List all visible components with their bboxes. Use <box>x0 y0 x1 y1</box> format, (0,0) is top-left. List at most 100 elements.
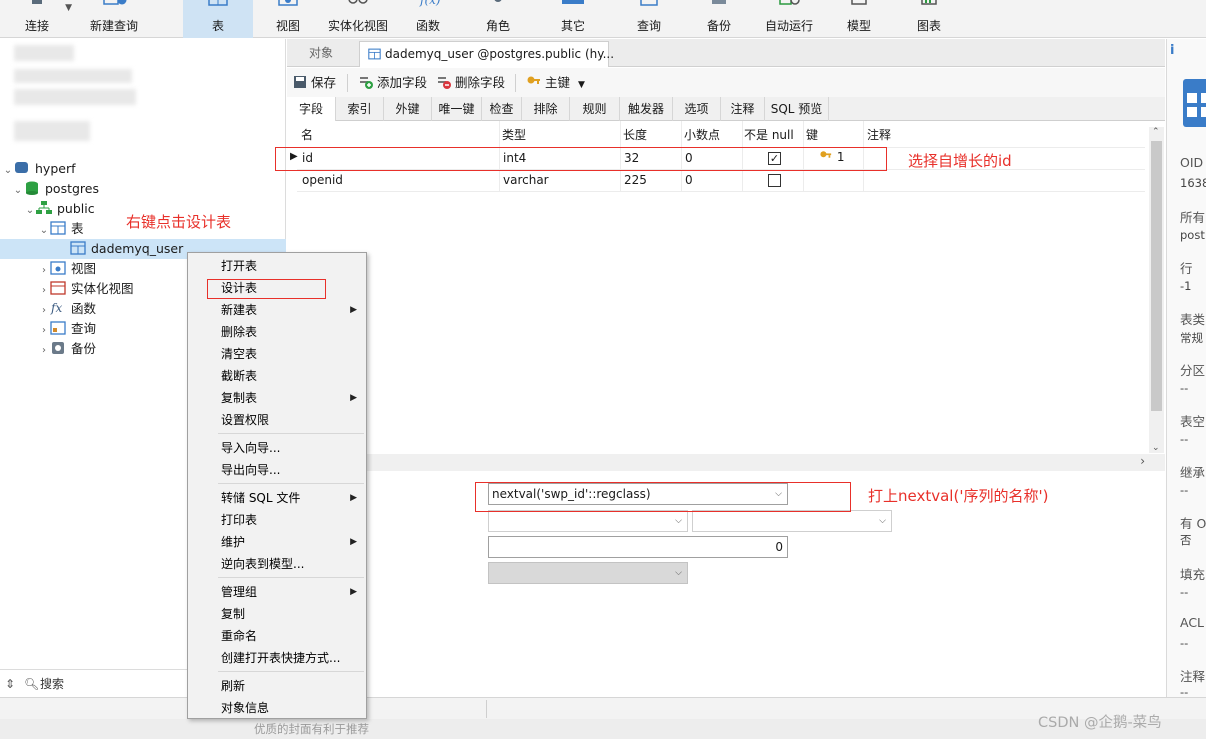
cell-length[interactable]: 225 <box>624 173 647 187</box>
menu-item-truncate-table[interactable]: 截断表 <box>188 365 366 387</box>
subtab-rules[interactable]: 规则 <box>570 97 620 121</box>
menu-item-rename[interactable]: 重命名 <box>188 625 366 647</box>
chevron-right-icon[interactable]: › <box>1140 454 1145 468</box>
ribbon-other-button[interactable]: 其它 <box>552 0 594 38</box>
search-input[interactable]: 搜索 <box>40 670 64 698</box>
numeric-input[interactable]: 0 <box>488 536 788 558</box>
ribbon-connect-button[interactable]: 连接 ▼ <box>14 0 72 38</box>
chevron-down-icon[interactable]: ⌄ <box>38 221 50 241</box>
save-button[interactable]: 保存 <box>293 72 336 94</box>
chevron-right-icon[interactable]: › <box>38 281 50 301</box>
disabled-select[interactable]: ⌵ <box>488 562 688 584</box>
subtab-fields[interactable]: 字段 <box>287 97 336 121</box>
add-field-button[interactable]: 添加字段 <box>359 72 427 94</box>
menu-item-dump-sql[interactable]: 转储 SQL 文件 ▶ <box>188 487 366 509</box>
collation-select[interactable]: ⌵ <box>488 510 688 532</box>
ribbon-role-button[interactable]: 角色 <box>476 0 520 38</box>
chevron-right-icon[interactable]: › <box>38 321 50 341</box>
scrollbar-thumb[interactable] <box>1151 141 1162 411</box>
ribbon-new-query-button[interactable]: 新建查询 <box>86 0 142 38</box>
grid-vertical-scrollbar[interactable]: ⌃ ⌄ <box>1149 127 1164 453</box>
chevron-right-icon[interactable]: › <box>38 341 50 361</box>
chevron-down-icon[interactable]: ▼ <box>578 80 585 90</box>
column-header-key[interactable]: 键 <box>806 126 818 143</box>
ribbon-function-button[interactable]: f(x) 函数 <box>407 0 449 38</box>
info-icon[interactable]: i <box>1170 43 1174 58</box>
menu-item-print-table[interactable]: 打印表 <box>188 509 366 531</box>
chevron-down-icon[interactable]: ⌵ <box>675 563 682 583</box>
not-null-checkbox[interactable] <box>768 174 781 187</box>
grid-horizontal-scrollbar[interactable]: › <box>287 454 1165 471</box>
ribbon-table-button[interactable]: 表 <box>183 0 253 38</box>
subtab-unique-keys[interactable]: 唯一键 <box>432 97 482 121</box>
cell-type[interactable]: varchar <box>503 173 549 187</box>
tree-node-connection[interactable]: ⌄ hyperf <box>2 159 76 179</box>
menu-item-set-permissions[interactable]: 设置权限 <box>188 409 366 431</box>
menu-item-object-info[interactable]: 对象信息 <box>188 697 366 719</box>
subtab-comments[interactable]: 注释 <box>721 97 765 121</box>
toolbar-label: 保存 <box>311 75 337 90</box>
column-header-type[interactable]: 类型 <box>502 126 526 143</box>
delete-field-button[interactable]: 删除字段 <box>437 72 505 94</box>
subtab-triggers[interactable]: 触发器 <box>620 97 673 121</box>
menu-item-export-wizard[interactable]: 导出向导... <box>188 459 366 481</box>
chevron-down-icon[interactable]: ⌄ <box>24 201 36 221</box>
collation-secondary-select[interactable]: ⌵ <box>692 510 892 532</box>
subtab-excludes[interactable]: 排除 <box>522 97 570 121</box>
menu-item-delete-table[interactable]: 删除表 <box>188 321 366 343</box>
menu-item-reverse-to-model[interactable]: 逆向表到模型... <box>188 553 366 575</box>
chevron-down-icon[interactable]: ⌄ <box>1152 443 1160 453</box>
ribbon-backup-button[interactable]: 备份 <box>697 0 741 38</box>
subtab-checks[interactable]: 检查 <box>482 97 522 121</box>
menu-item-maintenance[interactable]: 维护 ▶ <box>188 531 366 553</box>
subtab-options[interactable]: 选项 <box>673 97 721 121</box>
tree-node-queries[interactable]: › 查询 <box>38 319 96 339</box>
subtab-indexes[interactable]: 索引 <box>336 97 384 121</box>
chevron-down-icon[interactable]: ⌄ <box>2 161 14 181</box>
tree-node-label: 函数 <box>71 301 97 316</box>
tab-objects[interactable]: 对象 <box>301 41 341 67</box>
tree-node-backups[interactable]: › 备份 <box>38 339 96 359</box>
chevron-down-icon[interactable]: ▼ <box>65 3 72 13</box>
menu-item-refresh[interactable]: 刷新 <box>188 675 366 697</box>
chevron-right-icon[interactable]: › <box>38 261 50 281</box>
subtab-sql-preview[interactable]: SQL 预览 <box>765 97 829 121</box>
subtab-foreign-keys[interactable]: 外键 <box>384 97 432 121</box>
chevron-up-icon[interactable]: ⌃ <box>1152 127 1160 137</box>
menu-item-duplicate-table[interactable]: 复制表 ▶ <box>188 387 366 409</box>
chevron-down-icon[interactable]: ⌄ <box>12 181 24 201</box>
tree-node-tables[interactable]: ⌄ 表 <box>38 219 84 239</box>
subtab-label: 规则 <box>582 102 607 116</box>
menu-item-empty-table[interactable]: 清空表 <box>188 343 366 365</box>
menu-item-new-table[interactable]: 新建表 ▶ <box>188 299 366 321</box>
column-header-length[interactable]: 长度 <box>623 126 647 143</box>
ribbon-view-button[interactable]: 视图 <box>268 0 308 38</box>
tree-node-functions[interactable]: › fx 函数 <box>38 299 96 319</box>
menu-item-create-shortcut[interactable]: 创建打开表快捷方式... <box>188 647 366 669</box>
chevron-down-icon[interactable]: ⌵ <box>879 511 886 531</box>
ribbon-chart-button[interactable]: 图表 <box>907 0 951 38</box>
cell-name[interactable]: openid <box>302 173 343 187</box>
menu-item-open-table[interactable]: 打开表 <box>188 255 366 277</box>
cell-decimals[interactable]: 0 <box>685 173 693 187</box>
menu-item-copy[interactable]: 复制 <box>188 603 366 625</box>
tab-table-design[interactable]: dademyq_user @postgres.public (hy... <box>359 41 614 67</box>
menu-item-import-wizard[interactable]: 导入向导... <box>188 437 366 459</box>
menu-item-manage-group[interactable]: 管理组 ▶ <box>188 581 366 603</box>
chevron-down-icon[interactable]: ⌵ <box>675 511 682 531</box>
chevron-right-icon[interactable]: › <box>38 301 50 321</box>
column-header-comment[interactable]: 注释 <box>867 126 891 143</box>
tree-node-schema[interactable]: ⌄ public <box>24 199 95 219</box>
primary-key-button[interactable]: 主键 ▼ <box>527 72 585 94</box>
column-header-name[interactable]: 名 <box>301 126 313 143</box>
tree-node-database[interactable]: ⌄ postgres <box>12 179 99 199</box>
column-header-decimals[interactable]: 小数点 <box>684 126 720 143</box>
ribbon-model-button[interactable]: 模型 <box>837 0 881 38</box>
filter-icon[interactable]: ⇕ <box>5 670 15 698</box>
ribbon-query-button[interactable]: 查询 <box>628 0 670 38</box>
column-header-not-null[interactable]: 不是 null <box>744 126 794 143</box>
ribbon-materialized-view-button[interactable]: 实体化视图 <box>325 0 391 38</box>
tree-node-materialized-views[interactable]: › 实体化视图 <box>38 279 134 299</box>
ribbon-auto-run-button[interactable]: 自动运行 <box>759 0 819 38</box>
tree-node-views[interactable]: › 视图 <box>38 259 96 279</box>
